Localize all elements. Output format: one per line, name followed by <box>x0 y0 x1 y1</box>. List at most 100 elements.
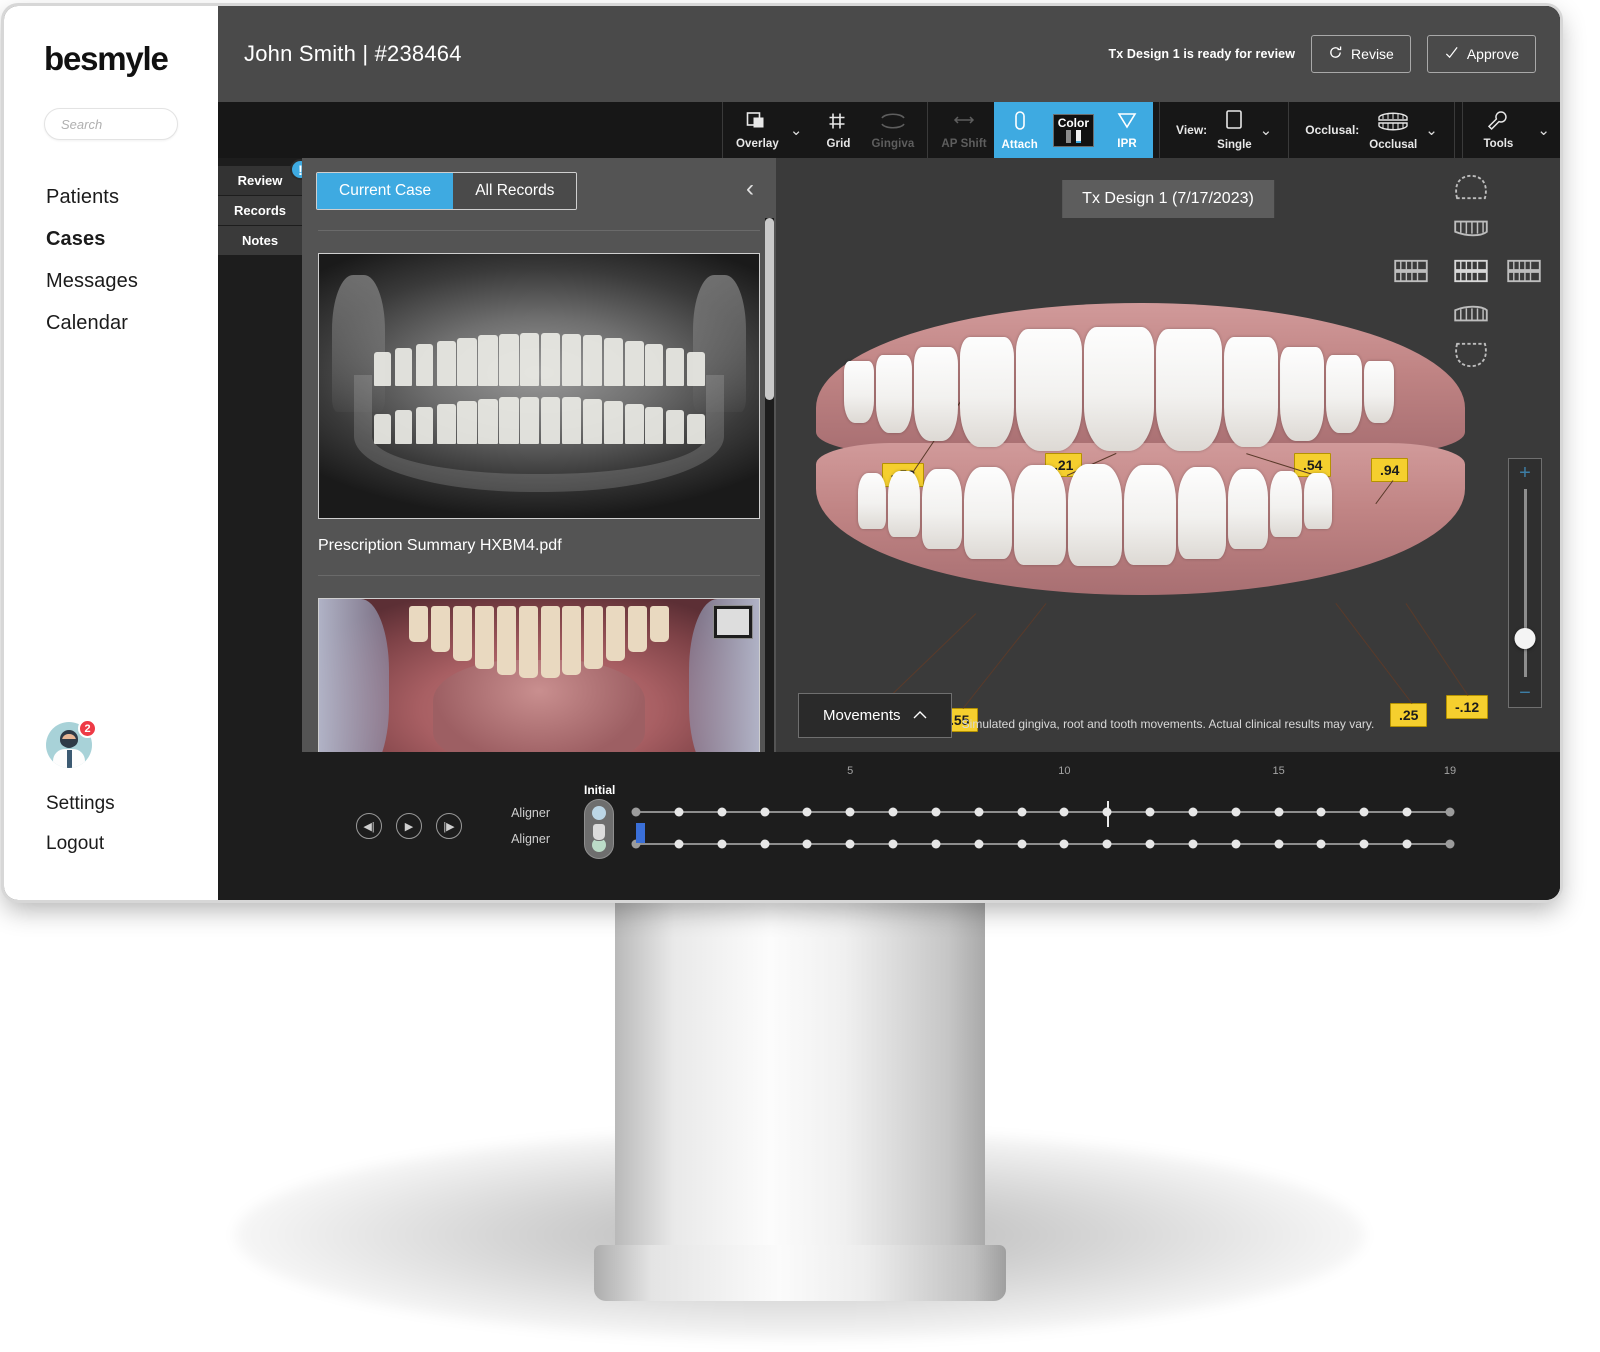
zoom-slider-knob[interactable] <box>1515 628 1536 649</box>
records-scrollbar[interactable] <box>765 218 774 752</box>
movements-button[interactable]: Movements <box>798 693 952 738</box>
timeline-step-node[interactable] <box>889 808 898 817</box>
timeline-step-node[interactable] <box>931 840 940 849</box>
timeline-step-node[interactable] <box>846 840 855 849</box>
step-forward-button[interactable]: |▶ <box>436 813 462 839</box>
occlusal-chevron-down-icon[interactable]: ⌄ <box>1421 121 1448 139</box>
timeline-playhead[interactable] <box>1107 801 1109 827</box>
lower-tooth[interactable] <box>1304 473 1332 529</box>
search-input[interactable] <box>61 117 161 132</box>
lower-tooth[interactable] <box>964 467 1012 559</box>
lower-tooth[interactable] <box>858 473 886 529</box>
sidebar-item-cases[interactable]: Cases <box>4 218 218 260</box>
upper-tooth[interactable] <box>1326 355 1362 433</box>
zoom-slider-track[interactable] <box>1524 489 1527 677</box>
upper-tooth[interactable] <box>914 347 958 441</box>
notification-badge[interactable]: 2 <box>78 719 97 738</box>
grid-button[interactable]: Grid <box>812 102 864 158</box>
timeline-step-node[interactable] <box>1317 840 1326 849</box>
timeline-step-node[interactable] <box>1146 808 1155 817</box>
photo-overlay-thumb[interactable] <box>713 605 753 639</box>
sidebar-item-settings[interactable]: Settings <box>4 784 218 824</box>
timeline-step-node[interactable] <box>1403 840 1412 849</box>
approve-button[interactable]: Approve <box>1427 35 1536 73</box>
upper-tooth[interactable] <box>876 355 912 433</box>
timeline-step-node[interactable] <box>1188 840 1197 849</box>
zoom-out-button[interactable]: − <box>1519 685 1531 701</box>
tab-notes[interactable]: Notes <box>218 226 302 255</box>
timeline-step-node[interactable] <box>717 808 726 817</box>
front-view-icon[interactable] <box>1452 258 1490 284</box>
timeline-step-node[interactable] <box>1231 808 1240 817</box>
timeline-step-node[interactable] <box>1060 840 1069 849</box>
overlay-button[interactable]: Overlay <box>729 102 786 158</box>
upper-tooth[interactable] <box>1156 329 1222 451</box>
design-version-chip[interactable]: Tx Design 1 (7/17/2023) <box>1062 180 1274 218</box>
timeline-track-upper[interactable] <box>636 811 1450 813</box>
timeline-step-node[interactable] <box>846 808 855 817</box>
upper-tooth[interactable] <box>1364 361 1394 423</box>
lower-tooth[interactable] <box>1270 471 1302 537</box>
timeline-step-node[interactable] <box>974 840 983 849</box>
timeline-step-node[interactable] <box>1403 808 1412 817</box>
collapse-panel-chevron-left-icon[interactable]: ‹ <box>738 172 762 206</box>
lower-tooth[interactable] <box>1068 464 1122 566</box>
attach-button[interactable]: Attach <box>994 102 1046 158</box>
lower-tooth[interactable] <box>888 471 920 537</box>
timeline-step-node[interactable] <box>803 840 812 849</box>
timeline-step-node[interactable] <box>974 808 983 817</box>
upper-tooth[interactable] <box>1084 327 1154 451</box>
timeline-tracks[interactable]: Initial 5101519 <box>558 787 1450 865</box>
color-swatch[interactable]: Color <box>1053 114 1094 147</box>
sidebar-item-calendar[interactable]: Calendar <box>4 302 218 344</box>
play-button[interactable]: ▶ <box>396 813 422 839</box>
tab-records[interactable]: Records <box>218 196 302 225</box>
search-box[interactable] <box>44 108 178 140</box>
zoom-slider[interactable]: + − <box>1508 458 1542 708</box>
lower-tooth[interactable] <box>1014 465 1066 565</box>
step-backward-button[interactable]: ◀| <box>356 813 382 839</box>
timeline-step-node[interactable] <box>632 808 641 817</box>
zoom-in-button[interactable]: + <box>1519 465 1531 481</box>
tools-button[interactable]: Tools <box>1463 102 1533 158</box>
view-single-button[interactable]: Single <box>1213 109 1256 151</box>
timeline-step-node[interactable] <box>1317 808 1326 817</box>
timeline-step-node[interactable] <box>760 808 769 817</box>
timeline-step-node[interactable] <box>1360 808 1369 817</box>
timeline-step-node[interactable] <box>803 808 812 817</box>
tools-chevron-down-icon[interactable]: ⌄ <box>1533 102 1560 158</box>
upper-tooth[interactable] <box>1016 329 1082 451</box>
tab-all-records[interactable]: All Records <box>453 173 576 209</box>
tab-review[interactable]: Review ! <box>218 166 302 195</box>
timeline-step-node[interactable] <box>674 840 683 849</box>
upper-tooth[interactable] <box>1280 347 1324 441</box>
timeline-track-lower[interactable] <box>636 843 1450 845</box>
gingiva-button[interactable]: Gingiva <box>864 102 921 158</box>
panoramic-xray-thumbnail[interactable] <box>318 253 760 519</box>
sidebar-item-messages[interactable]: Messages <box>4 260 218 302</box>
timeline-step-node[interactable] <box>1274 840 1283 849</box>
timeline-step-node[interactable] <box>1360 840 1369 849</box>
ipr-button[interactable]: IPR <box>1101 102 1153 158</box>
overlay-chevron-down-icon[interactable]: ⌄ <box>786 121 813 139</box>
timeline-current-marker[interactable] <box>636 823 645 843</box>
records-scrollbar-thumb[interactable] <box>765 218 774 400</box>
avatar[interactable]: 2 <box>46 722 92 768</box>
intraoral-photo-thumbnail[interactable] <box>318 598 760 752</box>
teeth-3d-model[interactable] <box>816 303 1465 603</box>
timeline-step-node[interactable] <box>674 808 683 817</box>
timeline-step-node[interactable] <box>1188 808 1197 817</box>
view-chevron-down-icon[interactable]: ⌄ <box>1256 121 1283 139</box>
timeline-step-node[interactable] <box>1274 808 1283 817</box>
left-buccal-view-icon[interactable] <box>1392 258 1430 284</box>
lower-tooth[interactable] <box>1178 467 1226 559</box>
ap-shift-button[interactable]: AP Shift <box>934 102 993 158</box>
tab-current-case[interactable]: Current Case <box>317 173 453 209</box>
occlusal-view-button[interactable]: Occlusal <box>1365 109 1421 151</box>
color-toggle[interactable]: Color <box>1046 102 1101 158</box>
upper-tooth[interactable] <box>844 361 874 423</box>
lower-tooth[interactable] <box>1228 469 1268 549</box>
model-viewer[interactable]: Tx Design 1 (7/17/2023) <box>776 158 1560 752</box>
lower-tooth[interactable] <box>922 469 962 549</box>
timeline-step-node[interactable] <box>1017 808 1026 817</box>
